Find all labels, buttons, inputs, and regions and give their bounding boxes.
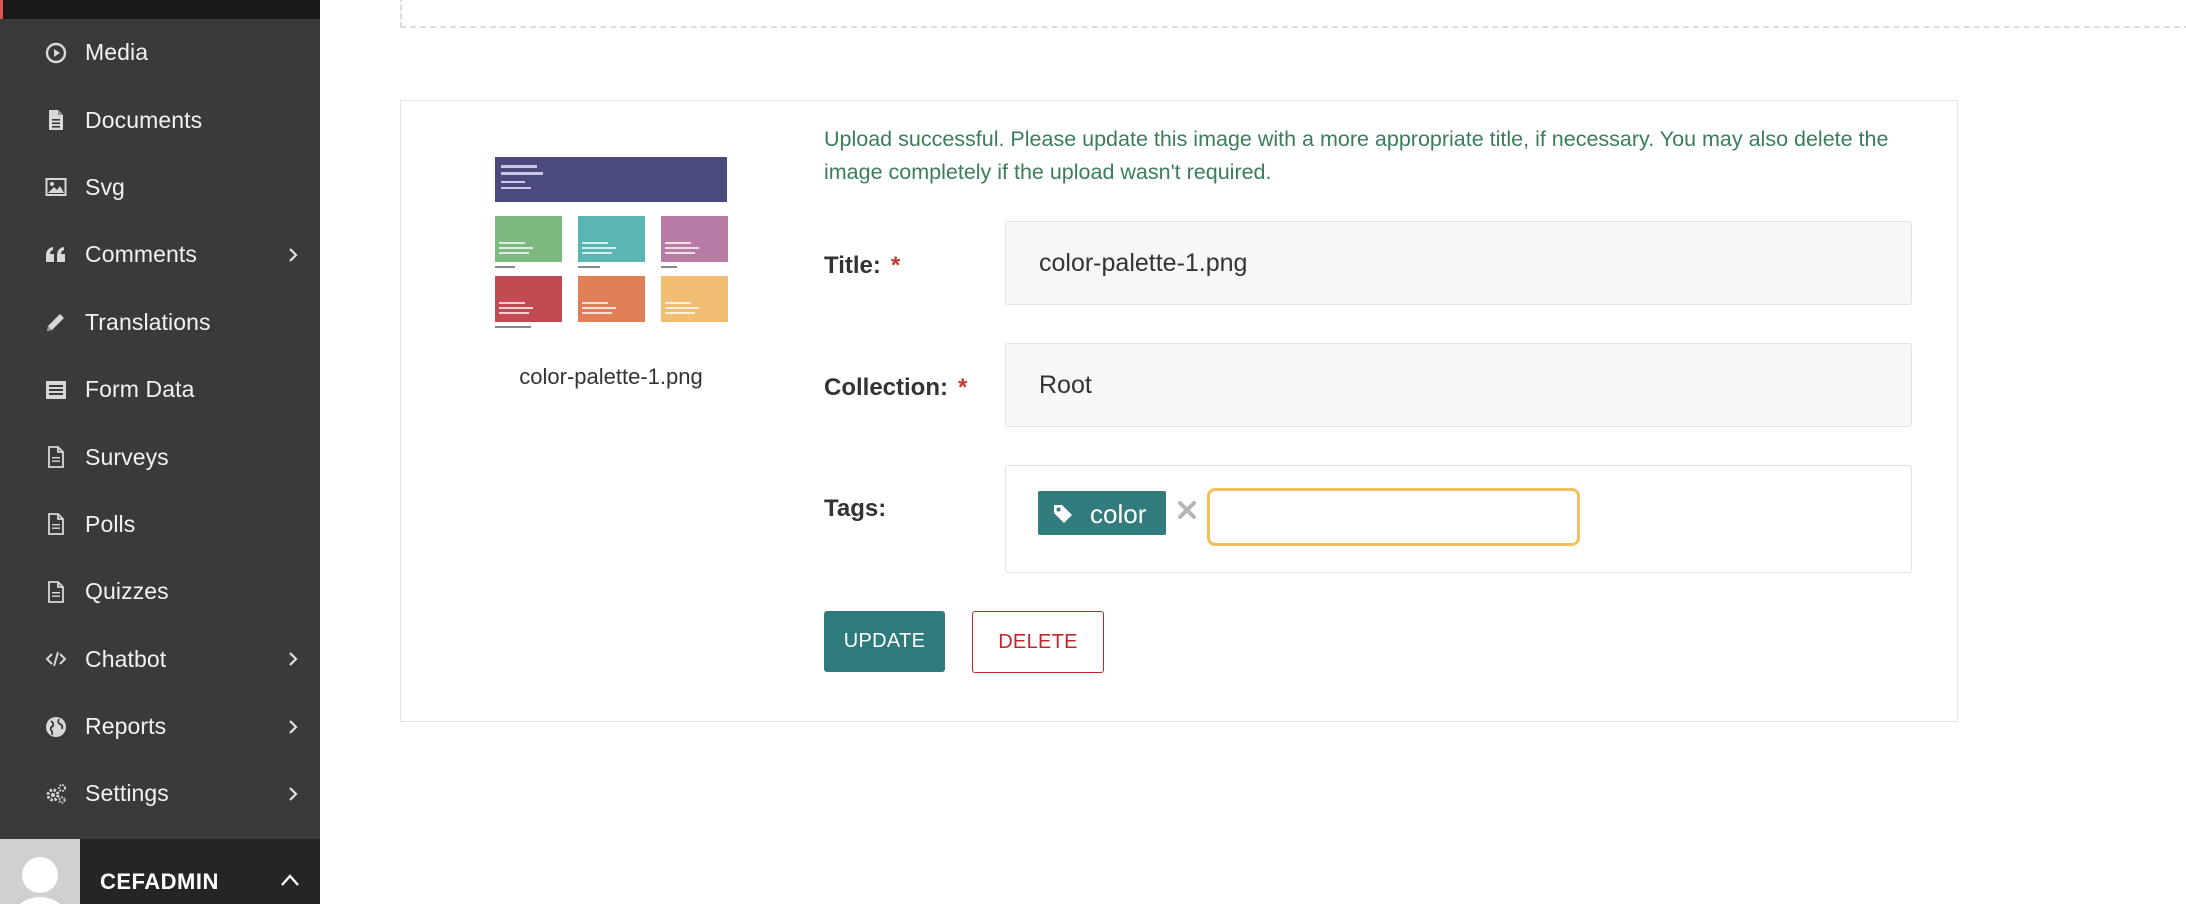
required-marker: * [890,252,901,279]
thumbnail-text [578,266,600,268]
update-button[interactable]: UPDATE [824,611,945,672]
swatch-purple [661,216,728,262]
collection-label: Collection: * [824,374,967,402]
chevron-up-icon[interactable] [280,873,300,887]
thumbnail-text [501,187,531,189]
code-icon [42,645,70,673]
topbar-accent [0,0,3,19]
title-label: Title: * [824,252,900,280]
sidebar-item-svg[interactable]: Svg [0,154,320,221]
collection-label-text: Collection: [824,374,948,401]
sidebar-item-label: Quizzes [85,578,169,605]
sidebar-item-label: Comments [85,241,197,268]
tag-chip[interactable]: color [1038,491,1166,535]
title-input[interactable] [1005,221,1912,305]
sidebar-item-polls[interactable]: Polls [0,491,320,558]
pencil-icon [42,308,70,336]
required-marker: * [958,374,968,401]
collection-select[interactable] [1005,343,1912,427]
chevron-right-icon [284,650,302,668]
form-list-icon [42,376,70,404]
thumbnail-text [495,326,531,328]
sidebar: Media Documents Svg Comments Translation… [0,0,320,904]
delete-button[interactable]: DELETE [972,611,1104,673]
sidebar-item-translations[interactable]: Translations [0,289,320,356]
play-circle-icon [42,39,70,67]
sidebar-item-form-data[interactable]: Form Data [0,356,320,423]
thumbnail-banner [495,157,727,202]
document-outline-icon [42,578,70,606]
document-outline-icon [42,510,70,538]
tag-input[interactable] [1207,488,1580,546]
sidebar-item-label: Form Data [85,376,195,403]
close-icon[interactable] [1176,499,1198,521]
user-menu[interactable]: CEFADMIN [0,839,320,904]
thumbnail-filename: color-palette-1.png [519,364,703,389]
swatch-green [495,216,562,262]
thumbnail-text [495,266,515,268]
sidebar-nav: Media Documents Svg Comments Translation… [0,19,320,828]
sidebar-item-label: Settings [85,780,169,807]
sidebar-item-label: Surveys [85,443,169,470]
sidebar-item-comments[interactable]: Comments [0,221,320,288]
swatch-orange [578,276,645,322]
gears-icon [42,780,70,808]
sidebar-item-reports[interactable]: Reports [0,693,320,760]
swatch-teal [578,216,645,262]
tags-label: Tags: [824,495,887,522]
title-label-text: Title: [824,252,881,279]
sidebar-item-label: Reports [85,713,167,740]
sidebar-topbar [0,0,320,19]
sidebar-item-label: Media [85,39,149,66]
username: CEFADMIN [100,869,219,894]
sidebar-item-label: Polls [85,510,136,537]
sidebar-item-documents[interactable]: Documents [0,86,320,153]
sidebar-item-label: Translations [85,308,211,335]
chevron-right-icon [284,246,302,264]
thumbnail-text [501,172,543,175]
tag-icon [1052,503,1074,525]
thumbnail-text [501,181,525,183]
image-thumbnail[interactable] [493,155,729,332]
avatar-head [22,857,58,893]
sidebar-item-surveys[interactable]: Surveys [0,423,320,490]
sidebar-item-label: Documents [85,106,203,133]
sidebar-item-settings[interactable]: Settings [0,760,320,827]
avatar [0,839,80,904]
sidebar-item-label: Svg [85,173,125,200]
swatch-red [495,276,562,322]
document-outline-icon [42,443,70,471]
image-icon [42,173,70,201]
avatar-shoulders [8,897,72,904]
sidebar-item-media[interactable]: Media [0,19,320,86]
upload-dropzone[interactable] [400,0,2186,28]
tags-field[interactable]: color [1005,465,1912,573]
document-icon [42,106,70,134]
chevron-right-icon [284,718,302,736]
swatch-yellow [661,276,728,322]
thumbnail-text [501,165,537,168]
tag-label: color [1090,499,1147,529]
upload-success-message: Upload successful. Please update this im… [824,127,1889,184]
thumbnail-text [661,266,677,268]
globe-icon [42,713,70,741]
quote-icon [42,241,70,269]
sidebar-item-label: Chatbot [85,645,167,672]
sidebar-item-chatbot[interactable]: Chatbot [0,626,320,693]
sidebar-item-quizzes[interactable]: Quizzes [0,558,320,625]
chevron-right-icon [284,785,302,803]
